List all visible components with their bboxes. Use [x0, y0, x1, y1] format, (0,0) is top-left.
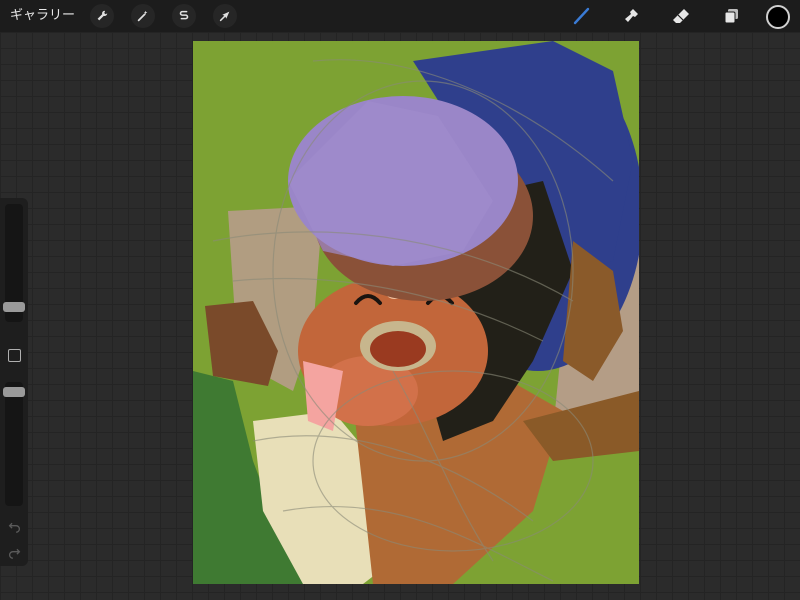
selection-button[interactable]	[172, 4, 196, 28]
brush-icon	[573, 7, 590, 25]
layers-icon	[724, 9, 738, 24]
selection-s-icon	[179, 10, 189, 20]
wrench-icon	[97, 10, 108, 21]
layers-button[interactable]	[719, 4, 743, 28]
eraser-icon	[673, 9, 689, 23]
redo-icon	[8, 548, 20, 559]
actions-button[interactable]	[90, 4, 114, 28]
brush-size-thumb[interactable]	[3, 302, 25, 312]
adjustments-button[interactable]	[131, 4, 155, 28]
undo-button[interactable]	[6, 518, 22, 534]
brush-opacity-slider[interactable]	[5, 382, 23, 506]
left-sidebar	[0, 198, 28, 566]
brush-button[interactable]	[569, 4, 593, 28]
drawing-canvas[interactable]	[193, 41, 639, 584]
smudge-icon	[625, 9, 638, 22]
magic-wand-icon	[137, 10, 148, 22]
smudge-button[interactable]	[619, 4, 643, 28]
redo-button[interactable]	[6, 544, 22, 560]
transform-button[interactable]	[213, 4, 237, 28]
brush-opacity-thumb[interactable]	[3, 387, 25, 397]
gallery-button[interactable]: ギャラリー	[10, 6, 75, 26]
color-picker-button[interactable]	[766, 5, 790, 29]
artwork-image	[193, 41, 639, 584]
top-toolbar: ギャラリー	[0, 0, 800, 32]
modify-button[interactable]	[8, 349, 21, 362]
arrow-cursor-icon	[219, 11, 230, 22]
undo-icon	[8, 522, 20, 533]
eraser-button[interactable]	[669, 4, 693, 28]
